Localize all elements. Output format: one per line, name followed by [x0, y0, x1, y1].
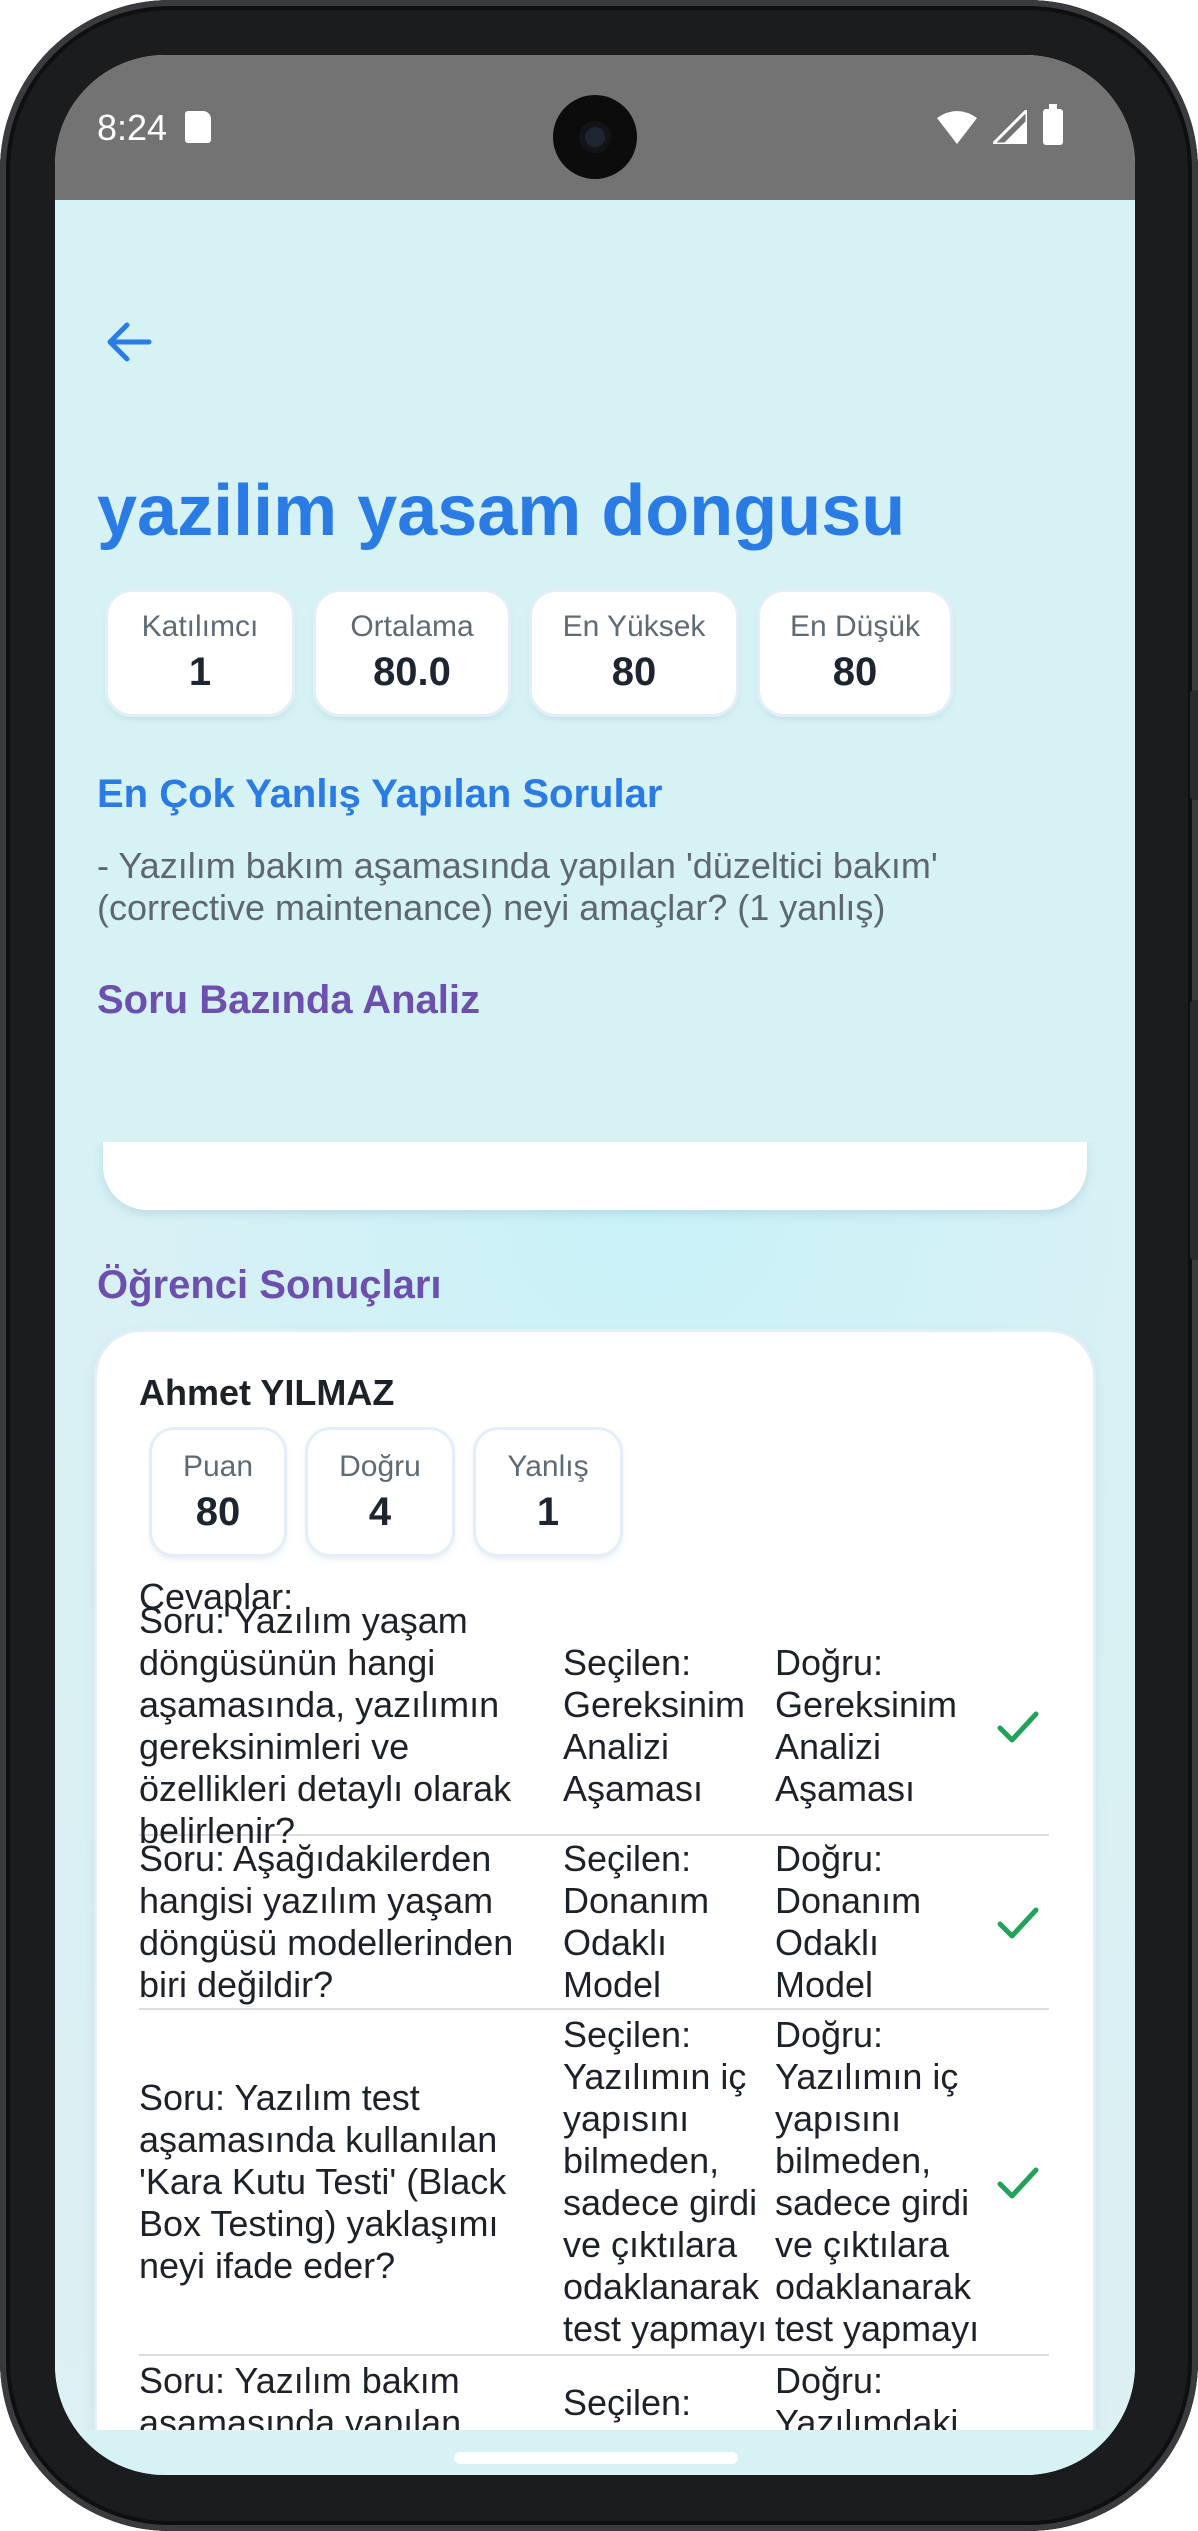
answer-row: Soru: Aşağıdakilerden hangisi yazılım ya… [139, 1836, 1049, 2010]
stat-value: 80.0 [373, 650, 451, 694]
wifi-icon [937, 111, 977, 144]
check-icon [987, 2158, 1049, 2206]
answer-correct: Doğru: Yazılımın iç yapısını bilmeden, s… [775, 2013, 980, 2350]
student-stats: Puan 80 Doğru 4 Yanlış 1 [152, 1430, 620, 1554]
student-card: Ahmet YILMAZ Puan 80 Doğru 4 Yanlış 1 Ce… [97, 1332, 1093, 2475]
status-time: 8:24 [97, 107, 168, 148]
answer-question: Soru: Yazılım yaşam döngüsünün hangi aşa… [139, 1599, 512, 1852]
student-stat-correct: Doğru 4 [308, 1430, 452, 1554]
stat-value: 1 [536, 1490, 560, 1534]
stat-label: Ortalama [350, 610, 474, 643]
answer-correct: Doğru: Gereksinim Analizi Aşaması [775, 1641, 958, 1810]
stat-label: En Yüksek [562, 610, 706, 643]
answer-selected: Seçilen: Yazılımın iç yapısını bilmeden,… [563, 2013, 768, 2350]
answer-correct: Doğru: Donanım Odaklı Model [775, 1837, 922, 2006]
stat-highest: En Yüksek 80 [532, 592, 736, 714]
question-analysis-heading: Soru Bazında Analiz [97, 978, 481, 1022]
volume-button [1190, 690, 1198, 800]
most-wrong-item: - Yazılım bakım aşamasında yapılan 'düze… [97, 845, 938, 929]
power-button [1190, 1000, 1198, 1260]
stat-value: 1 [188, 650, 212, 694]
battery-icon [1043, 104, 1063, 145]
home-indicator[interactable] [454, 2452, 738, 2464]
phone-frame: 8:24 Öğrenci Sonuçları Ahmet YILMAZ Puan… [0, 0, 1198, 2531]
sd-card-icon [185, 111, 211, 143]
signal-icon [993, 110, 1027, 144]
screen: 8:24 Öğrenci Sonuçları Ahmet YILMAZ Puan… [55, 55, 1135, 2475]
check-icon [987, 1898, 1049, 1946]
stat-average: Ortalama 80.0 [316, 592, 508, 714]
status-bar: 8:24 [55, 55, 1135, 200]
stat-value: 80 [195, 1490, 241, 1534]
stat-label: En Düşük [789, 610, 921, 643]
stat-label: Yanlış [507, 1450, 589, 1483]
answer-selected: Seçilen: Donanım Odaklı Model [563, 1837, 710, 2006]
check-icon [987, 1702, 1049, 1750]
student-stat-wrong: Yanlış 1 [476, 1430, 620, 1554]
answers-table: Soru: Yazılım yaşam döngüsünün hangi aşa… [139, 1600, 1049, 2475]
answer-row: Soru: Yazılım yaşam döngüsünün hangi aşa… [139, 1600, 1049, 1851]
stat-participants: Katılımcı 1 [108, 592, 292, 714]
stat-label: Katılımcı [141, 610, 259, 643]
stat-lowest: En Düşük 80 [760, 592, 950, 714]
status-icons [937, 104, 1063, 145]
question-analysis-card [103, 1140, 1087, 1210]
content: Öğrenci Sonuçları Ahmet YILMAZ Puan 80 D… [55, 200, 1135, 2475]
most-wrong-heading: En Çok Yanlış Yapılan Sorular [97, 772, 663, 816]
stat-value: 4 [368, 1490, 392, 1534]
answer-row: Soru: Yazılım test aşamasında kullanılan… [139, 2010, 1049, 2356]
stat-value: 80 [832, 650, 878, 694]
page-title: yazilim yasam dongusu [97, 471, 906, 551]
summary-stats: Katılımcı 1 Ortalama 80.0 En Yüksek 80 E… [108, 592, 950, 714]
answer-question: Soru: Yazılım test aşamasında kullanılan… [139, 2076, 507, 2287]
stat-label: Doğru [339, 1450, 421, 1483]
stat-value: 80 [611, 650, 657, 694]
back-arrow-icon[interactable] [99, 312, 159, 372]
student-stat-score: Puan 80 [152, 1430, 284, 1554]
front-camera [553, 95, 637, 179]
answer-question: Soru: Aşağıdakilerden hangisi yazılım ya… [139, 1837, 514, 2006]
student-results-heading: Öğrenci Sonuçları [97, 1263, 442, 1307]
stat-label: Puan [182, 1450, 254, 1483]
answer-selected: Seçilen: Gereksinim Analizi Aşaması [563, 1641, 746, 1810]
student-name: Ahmet YILMAZ [139, 1372, 395, 1413]
